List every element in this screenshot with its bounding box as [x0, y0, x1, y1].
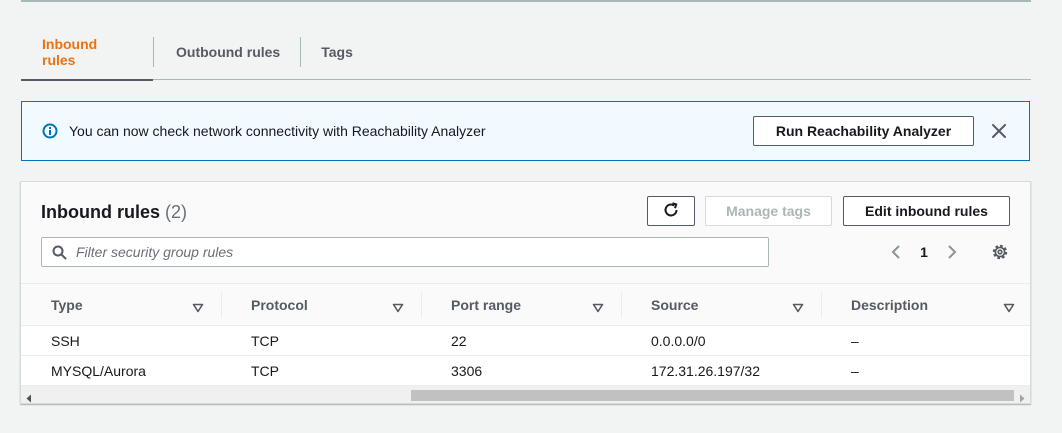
tab-tags[interactable]: Tags: [301, 24, 353, 80]
column-divider[interactable]: [421, 292, 422, 318]
cell-protocol: TCP: [251, 332, 279, 349]
cell-source: 172.31.26.197/32: [651, 362, 760, 379]
panel-title-text: Inbound rules: [41, 202, 160, 222]
table-header: Type Protocol Port range Source Descript: [21, 284, 1030, 326]
run-reachability-analyzer-button[interactable]: Run Reachability Analyzer: [753, 116, 974, 146]
refresh-button[interactable]: [647, 196, 695, 226]
edit-inbound-rules-button[interactable]: Edit inbound rules: [843, 196, 1010, 226]
panel-header: Inbound rules (2) Manage tags Edit inbou…: [21, 182, 1030, 284]
column-label: Type: [51, 297, 83, 313]
info-icon: [42, 123, 58, 139]
gear-icon[interactable]: [990, 242, 1010, 262]
tab-outbound-rules[interactable]: Outbound rules: [154, 24, 300, 80]
refresh-icon: [662, 201, 680, 222]
column-header-source[interactable]: Source: [621, 284, 821, 326]
column-divider[interactable]: [221, 292, 222, 318]
column-header-description[interactable]: Description: [821, 284, 1021, 326]
column-label: Source: [651, 297, 699, 313]
cell-description: –: [851, 362, 859, 379]
search-input[interactable]: [76, 238, 756, 266]
table-row[interactable]: MYSQL/Aurora TCP 3306 172.31.26.197/32 –: [21, 356, 1030, 386]
current-page[interactable]: 1: [905, 244, 943, 260]
column-label: Protocol: [251, 297, 308, 313]
close-icon[interactable]: [989, 121, 1009, 141]
cell-source: 0.0.0.0/0: [651, 332, 706, 349]
sort-caret-icon[interactable]: [792, 300, 804, 313]
rules-table: Type Protocol Port range Source Descript: [21, 284, 1030, 386]
sort-caret-icon[interactable]: [592, 300, 604, 313]
horizontal-scrollbar[interactable]: [21, 386, 1030, 403]
top-divider: [21, 0, 1031, 2]
previous-page-icon[interactable]: [887, 242, 905, 262]
sort-caret-icon[interactable]: [1003, 300, 1015, 313]
table-row[interactable]: SSH TCP 22 0.0.0.0/0 –: [21, 326, 1030, 356]
cell-type: SSH: [51, 332, 80, 349]
panel-title: Inbound rules (2): [41, 202, 187, 223]
inbound-rules-panel: Inbound rules (2) Manage tags Edit inbou…: [20, 181, 1031, 404]
search-icon: [52, 245, 67, 260]
column-header-type[interactable]: Type: [21, 284, 221, 326]
scroll-left-arrow-icon[interactable]: [25, 390, 33, 403]
tab-bar: Inbound rules Outbound rules Tags: [21, 24, 1031, 81]
cell-port-range: 22: [451, 332, 467, 349]
column-header-protocol[interactable]: Protocol: [221, 284, 421, 326]
cell-type: MYSQL/Aurora: [51, 362, 146, 379]
scroll-right-arrow-icon[interactable]: [1018, 390, 1026, 403]
tab-inbound-rules[interactable]: Inbound rules: [21, 24, 153, 81]
search-box: [41, 237, 769, 267]
cell-port-range: 3306: [451, 362, 483, 379]
column-label: Port range: [451, 297, 522, 313]
cell-description: –: [851, 332, 859, 349]
column-divider[interactable]: [621, 292, 622, 318]
rule-count: (2): [165, 202, 188, 222]
sort-caret-icon[interactable]: [192, 300, 204, 313]
scrollbar-thumb[interactable]: [411, 390, 1014, 401]
next-page-icon[interactable]: [943, 242, 961, 262]
column-label: Description: [851, 297, 929, 313]
pagination: 1: [887, 242, 961, 262]
manage-tags-button[interactable]: Manage tags: [705, 196, 832, 226]
sort-caret-icon[interactable]: [392, 300, 404, 313]
flash-message: You can now check network connectivity w…: [69, 123, 486, 139]
column-divider[interactable]: [821, 292, 822, 318]
info-flashbar: You can now check network connectivity w…: [21, 101, 1030, 161]
column-header-port-range[interactable]: Port range: [421, 284, 621, 326]
cell-protocol: TCP: [251, 362, 279, 379]
